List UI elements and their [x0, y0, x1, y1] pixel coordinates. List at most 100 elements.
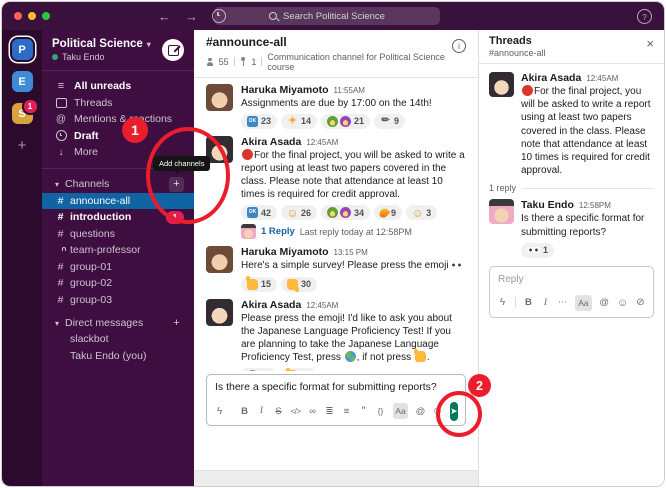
reaction-pill[interactable]: 1: [521, 243, 554, 258]
channel-item-group-03[interactable]: # group-03: [42, 292, 194, 309]
thread-reply-link[interactable]: 1 Reply: [261, 226, 295, 237]
message-author[interactable]: Haruka Miyamoto: [241, 246, 329, 258]
reaction-pill[interactable]: 14: [281, 114, 317, 129]
message-timestamp[interactable]: 13:15 PM: [334, 248, 368, 257]
minimize-window-button[interactable]: [28, 12, 36, 20]
italic-icon[interactable]: [257, 404, 266, 418]
channel-item-group-02[interactable]: # group-02: [42, 275, 194, 292]
reaction-pill[interactable]: 42: [241, 205, 277, 220]
reaction-pill[interactable]: 26: [241, 368, 277, 371]
add-workspace-button[interactable]: +: [18, 137, 27, 154]
thread-root-message: Akira Asada 12:45AM For the final projec…: [489, 72, 654, 177]
hash-icon: #: [57, 228, 64, 240]
message-timestamp[interactable]: 12:45AM: [586, 74, 618, 83]
avatar[interactable]: [206, 246, 233, 273]
message-author[interactable]: Taku Endo: [521, 199, 574, 211]
close-icon[interactable]: ×: [646, 39, 654, 49]
emoji-smile-icon: [287, 207, 298, 218]
zoom-window-button[interactable]: [42, 12, 50, 20]
divider: [234, 57, 235, 66]
workspace-tile-s[interactable]: S 1: [12, 103, 33, 124]
message-author[interactable]: Akira Asada: [241, 299, 301, 311]
workspace-tile-political-science[interactable]: P: [12, 39, 33, 60]
bold-icon[interactable]: [524, 296, 533, 310]
dm-section-header[interactable]: Direct messages +: [42, 314, 194, 331]
code-icon[interactable]: [291, 404, 300, 418]
message-author[interactable]: Akira Asada: [241, 136, 301, 148]
reaction-pill[interactable]: 12: [281, 368, 317, 371]
reaction-pill[interactable]: 9: [374, 205, 402, 220]
close-window-button[interactable]: [14, 12, 22, 20]
strikethrough-icon[interactable]: [274, 404, 283, 418]
back-arrow-icon[interactable]: [158, 9, 171, 24]
mention-icon[interactable]: [416, 404, 425, 418]
avatar[interactable]: [206, 84, 233, 111]
channel-item-group-01[interactable]: # group-01: [42, 259, 194, 276]
reaction-pill[interactable]: 9: [374, 114, 405, 129]
message-timestamp[interactable]: 12:58PM: [579, 201, 611, 210]
message-author[interactable]: Akira Asada: [521, 72, 581, 84]
sidebar-item-label: All unreads: [74, 80, 131, 92]
thread-last-reply: Last reply today at 12:58PM: [300, 227, 412, 237]
channel-title[interactable]: #announce-all: [206, 35, 466, 49]
mention-icon[interactable]: [600, 296, 609, 310]
composer-input[interactable]: Is there a specific format for submittin…: [215, 381, 457, 393]
reaction-pill[interactable]: 30: [281, 277, 317, 292]
sidebar-item-threads[interactable]: Threads: [42, 95, 194, 112]
channel-topic[interactable]: Communication channel for Political Scie…: [267, 52, 466, 72]
message-text: Please press the emoji! I'd like to ask …: [241, 312, 466, 365]
member-count[interactable]: 55: [219, 57, 229, 67]
paperclip-icon[interactable]: [636, 296, 645, 310]
text-format-icon[interactable]: [393, 403, 408, 419]
info-icon[interactable]: i: [452, 39, 466, 53]
message-author[interactable]: Haruka Miyamoto: [241, 84, 329, 96]
reply-composer[interactable]: Reply: [489, 266, 654, 318]
new-message-button[interactable]: [162, 39, 184, 61]
message-timestamp[interactable]: 12:45AM: [306, 138, 338, 147]
sidebar-item-all-unreads[interactable]: All unreads: [42, 78, 194, 95]
reaction-pill[interactable]: 26: [281, 205, 317, 220]
message-timestamp[interactable]: 11:55AM: [334, 86, 365, 95]
dm-item-slackbot[interactable]: slackbot: [42, 331, 194, 348]
reaction-pill[interactable]: 15: [241, 277, 277, 292]
workspace-tile-e[interactable]: E: [12, 71, 33, 92]
message-text: Assignments are due by 17:00 on the 14th…: [241, 97, 466, 110]
more-icon[interactable]: [558, 296, 567, 310]
ordered-list-icon[interactable]: [325, 404, 334, 418]
dm-item-taku-endo[interactable]: Taku Endo (you): [42, 348, 194, 365]
thread-reply-message: Taku Endo 12:58PM Is there a specific fo…: [489, 199, 654, 257]
link-icon[interactable]: [308, 404, 317, 418]
forward-arrow-icon[interactable]: [185, 9, 198, 24]
lightning-icon[interactable]: [215, 404, 224, 418]
channel-item-questions[interactable]: # questions: [42, 226, 194, 243]
avatar[interactable]: [206, 299, 233, 326]
bold-icon[interactable]: [240, 404, 249, 418]
avatar[interactable]: [489, 199, 514, 224]
italic-icon[interactable]: [541, 296, 550, 310]
help-icon[interactable]: ?: [637, 9, 652, 24]
add-dm-button[interactable]: +: [169, 315, 184, 330]
reaction-pill[interactable]: 21: [321, 114, 370, 129]
reaction-pill[interactable]: 3: [406, 205, 437, 220]
lightning-icon[interactable]: [498, 296, 507, 310]
channel-item-team-professor[interactable]: team-professor: [42, 242, 194, 259]
blockquote-icon[interactable]: [359, 404, 368, 418]
bullet-list-icon[interactable]: [342, 404, 351, 418]
pin-count[interactable]: 1: [251, 57, 256, 67]
emoji-red-circle-icon: [242, 149, 253, 160]
search-bar[interactable]: Search Political Science: [214, 7, 440, 25]
workspace-header[interactable]: Political Science Taku Endo: [42, 30, 194, 71]
code-block-icon[interactable]: [376, 404, 385, 418]
message-composer[interactable]: Is there a specific format for submittin…: [206, 374, 466, 426]
avatar[interactable]: [489, 72, 514, 97]
reaction-pill[interactable]: 23: [241, 114, 277, 129]
text-format-icon[interactable]: [575, 295, 591, 311]
emoji-icon[interactable]: [617, 296, 628, 310]
sidebar-item-mentions[interactable]: Mentions & reactions: [42, 111, 194, 128]
chevron-down-icon: [55, 317, 59, 329]
reaction-pill[interactable]: 34: [321, 205, 370, 220]
thread-replies-bar[interactable]: 1 Reply Last reply today at 12:58PM: [241, 224, 466, 239]
thread-body: Akira Asada 12:45AM For the final projec…: [479, 64, 664, 258]
message-timestamp[interactable]: 12:45AM: [306, 301, 338, 310]
reply-input[interactable]: Reply: [498, 274, 645, 285]
